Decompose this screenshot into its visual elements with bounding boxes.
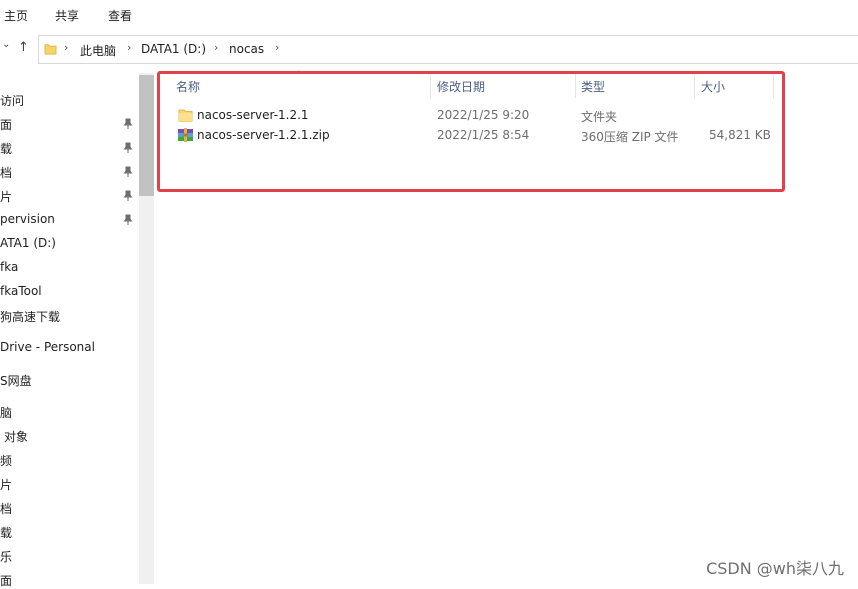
nav-item[interactable]: 脑 bbox=[0, 404, 12, 421]
nav-item[interactable]: 片 bbox=[0, 188, 12, 205]
ribbon: 主页 共享 查看 bbox=[0, 0, 858, 30]
chevron-right-icon[interactable]: › bbox=[275, 41, 279, 54]
watermark: CSDN @wh柒八九 bbox=[706, 559, 844, 578]
nav-item[interactable]: 档 bbox=[0, 164, 12, 181]
nav-item[interactable]: 面 bbox=[0, 572, 12, 589]
nav-item[interactable]: 载 bbox=[0, 524, 12, 541]
nav-item[interactable]: ATA1 (D:) bbox=[0, 236, 56, 250]
pin-icon[interactable] bbox=[123, 190, 133, 202]
nav-item[interactable]: 狗高速下载 bbox=[0, 308, 60, 325]
nav-item[interactable]: 档 bbox=[0, 500, 12, 517]
nav-item[interactable]: Drive - Personal bbox=[0, 340, 95, 354]
tab-share[interactable]: 共享 bbox=[55, 7, 79, 24]
nav-item[interactable]: 载 bbox=[0, 140, 12, 157]
up-arrow-icon[interactable]: ↑ bbox=[18, 40, 29, 55]
breadcrumb-this-pc[interactable]: 此电脑 bbox=[80, 42, 116, 59]
nav-item[interactable]: 访问 bbox=[0, 92, 24, 109]
nav-item[interactable]: 面 bbox=[0, 116, 12, 133]
address-row: ⌄ ↑ › 此电脑 › DATA1 (D:) › nocas › bbox=[0, 32, 858, 66]
pin-icon[interactable] bbox=[123, 214, 133, 226]
scrollbar-thumb[interactable] bbox=[139, 75, 154, 196]
nav-item[interactable]: pervision bbox=[0, 212, 55, 226]
nav-item[interactable]: 频 bbox=[0, 452, 12, 469]
chevron-right-icon[interactable]: › bbox=[64, 41, 68, 54]
nav-item[interactable]: 对象 bbox=[4, 428, 28, 445]
highlight-box bbox=[157, 71, 785, 192]
nav-item[interactable]: 乐 bbox=[0, 548, 12, 565]
nav-item[interactable]: fka bbox=[0, 260, 18, 274]
chevron-right-icon[interactable]: › bbox=[214, 41, 218, 54]
folder-icon bbox=[44, 44, 57, 55]
breadcrumb-nocas[interactable]: nocas bbox=[229, 42, 264, 56]
recent-locations-chevron-icon[interactable]: ⌄ bbox=[2, 39, 10, 50]
pin-icon[interactable] bbox=[123, 142, 133, 154]
address-bar[interactable]: › 此电脑 › DATA1 (D:) › nocas › bbox=[38, 35, 858, 64]
nav-item[interactable]: 片 bbox=[0, 476, 12, 493]
nav-item[interactable]: S网盘 bbox=[0, 372, 32, 389]
breadcrumb-drive[interactable]: DATA1 (D:) bbox=[141, 42, 206, 56]
tab-view[interactable]: 查看 bbox=[108, 7, 132, 24]
pin-icon[interactable] bbox=[123, 166, 133, 178]
navigation-pane: 访问 面 载 档 片 pervision ATA1 (D:) fka fkaTo… bbox=[0, 70, 154, 588]
tab-home[interactable]: 主页 bbox=[4, 7, 28, 24]
nav-scrollbar[interactable] bbox=[139, 73, 154, 584]
pin-icon[interactable] bbox=[123, 118, 133, 130]
chevron-right-icon[interactable]: › bbox=[127, 41, 131, 54]
nav-item[interactable]: fkaTool bbox=[0, 284, 42, 298]
